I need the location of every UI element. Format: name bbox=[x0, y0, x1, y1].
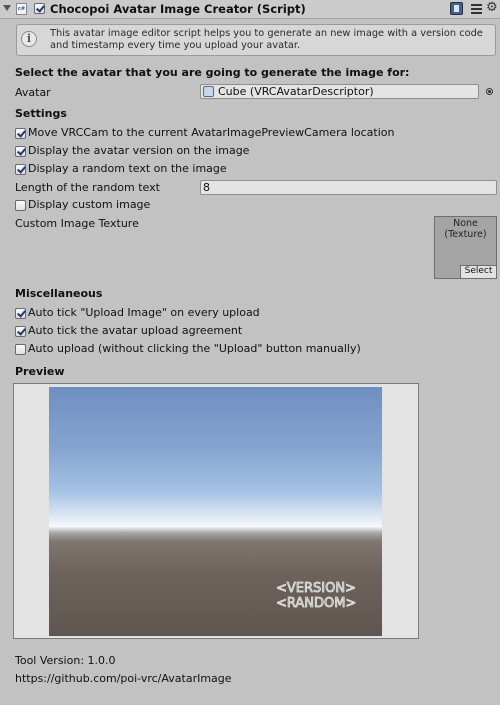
settings-heading: Settings bbox=[15, 107, 67, 120]
avatar-object-field[interactable]: Cube (VRCAvatarDescriptor) bbox=[200, 84, 479, 99]
avatar-field-value: Cube (VRCAvatarDescriptor) bbox=[218, 85, 374, 98]
custom-texture-label: Custom Image Texture bbox=[15, 217, 139, 230]
tool-version-text: Tool Version: 1.0.0 bbox=[15, 654, 116, 667]
texture-select-button[interactable]: Select bbox=[460, 265, 496, 278]
preview-frame: <VERSION> <RANDOM> bbox=[13, 383, 419, 639]
component-title: Chocopoi Avatar Image Creator (Script) bbox=[50, 2, 306, 16]
display-random-text-label: Display a random text on the image bbox=[28, 162, 227, 175]
auto-upload-checkbox[interactable] bbox=[15, 344, 26, 355]
inspector-header[interactable]: c# Chocopoi Avatar Image Creator (Script… bbox=[0, 0, 500, 19]
random-watermark: <RANDOM> bbox=[276, 596, 357, 611]
preset-icon[interactable] bbox=[470, 2, 483, 15]
helpbox-text: This avatar image editor script helps yo… bbox=[50, 28, 483, 51]
move-vrccam-checkbox[interactable] bbox=[15, 128, 26, 139]
move-vrccam-label: Move VRCCam to the current AvatarImagePr… bbox=[28, 126, 395, 139]
select-avatar-heading: Select the avatar that you are going to … bbox=[15, 66, 410, 79]
component-enabled-checkbox[interactable] bbox=[34, 3, 45, 14]
misc-heading: Miscellaneous bbox=[15, 287, 103, 300]
book-help-icon[interactable] bbox=[450, 2, 463, 15]
auto-tick-upload-label: Auto tick "Upload Image" on every upload bbox=[28, 306, 260, 319]
foldout-arrow-icon[interactable] bbox=[3, 5, 11, 11]
random-length-label: Length of the random text bbox=[15, 181, 160, 194]
auto-tick-agreement-checkbox[interactable] bbox=[15, 326, 26, 337]
info-helpbox: i This avatar image editor script helps … bbox=[16, 24, 496, 56]
gear-icon[interactable]: ⚙ bbox=[486, 1, 499, 14]
github-url-text: https://github.com/poi-vrc/AvatarImage bbox=[15, 672, 232, 685]
info-icon: i bbox=[21, 31, 37, 47]
display-custom-image-checkbox[interactable] bbox=[15, 200, 26, 211]
display-custom-image-label: Display custom image bbox=[28, 198, 151, 211]
display-version-checkbox[interactable] bbox=[15, 146, 26, 157]
texture-slot-text: None (Texture) bbox=[444, 218, 487, 240]
version-watermark: <VERSION> bbox=[276, 581, 357, 596]
avatar-preview-image: <VERSION> <RANDOM> bbox=[49, 387, 382, 636]
display-version-label: Display the avatar version on the image bbox=[28, 144, 250, 157]
preview-heading: Preview bbox=[15, 365, 65, 378]
avatar-descriptor-icon bbox=[203, 86, 214, 97]
script-icon: c# bbox=[16, 3, 27, 15]
auto-upload-label: Auto upload (without clicking the "Uploa… bbox=[28, 342, 361, 355]
random-length-input[interactable]: 8 bbox=[200, 180, 497, 195]
avatar-label: Avatar bbox=[15, 86, 51, 99]
custom-texture-slot[interactable]: None (Texture) Select bbox=[434, 216, 497, 279]
auto-tick-upload-checkbox[interactable] bbox=[15, 308, 26, 319]
auto-tick-agreement-label: Auto tick the avatar upload agreement bbox=[28, 324, 243, 337]
display-random-text-checkbox[interactable] bbox=[15, 164, 26, 175]
object-picker-icon[interactable] bbox=[486, 88, 493, 95]
